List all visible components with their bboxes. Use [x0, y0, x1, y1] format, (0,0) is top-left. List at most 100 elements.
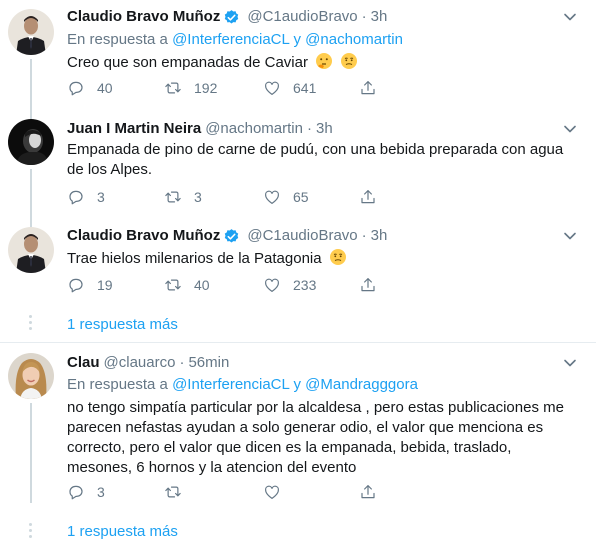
tweet-header: Juan I Martin Neira @nachomartin · 3h — [67, 119, 333, 139]
timestamp[interactable]: 56min — [188, 353, 229, 373]
tweet-actions: 3 3 65 — [67, 187, 377, 207]
retweet-icon — [165, 486, 181, 498]
reply-prefix: En respuesta a — [67, 31, 168, 48]
retweet-count: 192 — [194, 80, 218, 96]
chevron-down-icon[interactable] — [562, 121, 578, 137]
tweet-actions: 19 40 233 — [67, 275, 377, 295]
author-name[interactable]: Claudio Bravo Muñoz — [67, 226, 220, 246]
share-button[interactable] — [359, 188, 377, 206]
tweet-text: Creo que son empanadas de Caviar — [67, 52, 572, 73]
tweet-actions: 3 — [67, 482, 377, 502]
author-handle[interactable]: @C1audioBravo — [247, 7, 357, 27]
show-more-replies-link[interactable]: 1 respuesta más — [67, 315, 178, 335]
mention-link[interactable]: @InterferenciaCL — [172, 31, 289, 48]
thread-line — [30, 169, 32, 220]
smirk-face-emoji — [329, 249, 346, 265]
author-handle[interactable]: @nachomartin — [205, 119, 303, 139]
heart-icon — [265, 190, 279, 204]
retweet-button[interactable]: 3 — [164, 188, 263, 206]
share-icon — [361, 190, 375, 204]
reply-button[interactable]: 19 — [67, 276, 164, 294]
reply-and: y — [293, 376, 301, 393]
thread-line — [30, 220, 32, 227]
avatar[interactable] — [8, 227, 54, 273]
retweet-button[interactable]: 40 — [164, 276, 263, 294]
reply-icon — [69, 81, 83, 96]
thread-line — [30, 110, 32, 119]
tweet-text-content: Trae hielos milenarios de la Patagonia — [67, 250, 322, 267]
thread-line — [30, 403, 32, 503]
like-button[interactable]: 233 — [263, 276, 359, 294]
mention-link[interactable]: @Mandragggora — [305, 376, 418, 393]
reply-icon — [69, 190, 83, 205]
chevron-down-icon[interactable] — [562, 355, 578, 371]
author-name[interactable]: Claudio Bravo Muñoz — [67, 7, 220, 27]
separator-dot: · — [179, 354, 185, 371]
timestamp[interactable]: 3h — [371, 226, 388, 246]
tweet-header: Claudio Bravo Muñoz @C1audioBravo · 3h — [67, 7, 387, 27]
share-icon — [361, 485, 375, 499]
chevron-down-icon[interactable] — [562, 228, 578, 244]
like-count: 641 — [293, 80, 317, 96]
reply-icon — [69, 278, 83, 293]
show-more-replies-link[interactable]: 1 respuesta más — [67, 522, 178, 540]
author-handle[interactable]: @C1audioBravo — [247, 226, 357, 246]
share-button[interactable] — [359, 276, 377, 294]
like-button[interactable]: 65 — [263, 188, 359, 206]
tweet-text: no tengo simpatía particular por la alca… — [67, 399, 564, 476]
separator-dot: · — [306, 120, 312, 137]
thread-dots — [29, 523, 33, 540]
retweet-icon — [165, 82, 181, 94]
tweet-text: Trae hielos milenarios de la Patagonia — [67, 248, 572, 269]
share-button[interactable] — [359, 483, 377, 501]
separator-dot: · — [361, 227, 367, 244]
author-handle[interactable]: @clauarco — [104, 353, 176, 373]
like-count: 233 — [293, 277, 317, 293]
reply-prefix: En respuesta a — [67, 376, 168, 393]
retweet-button[interactable]: 192 — [164, 79, 263, 97]
avatar[interactable] — [8, 353, 54, 399]
thread-dots — [29, 315, 33, 333]
avatar[interactable] — [8, 9, 54, 55]
tweet-text-content: Creo que son empanadas de Caviar — [67, 54, 308, 71]
author-name[interactable]: Clau — [67, 353, 100, 373]
avatar[interactable] — [8, 119, 54, 165]
retweet-icon — [165, 191, 181, 203]
retweet-count: 40 — [194, 277, 210, 293]
like-button[interactable] — [263, 483, 359, 501]
retweet-icon — [165, 279, 181, 291]
thinking-face-emoji — [316, 53, 333, 69]
tweet-text: Empanada de pino de carne de pudú, con u… — [67, 141, 564, 178]
chevron-down-icon[interactable] — [562, 9, 578, 25]
reply-context: En respuesta a @InterferenciaCL y @nacho… — [67, 30, 403, 50]
mention-link[interactable]: @InterferenciaCL — [172, 376, 289, 393]
tweet-3[interactable]: Claudio Bravo Muñoz @C1audioBravo · 3h T… — [0, 220, 596, 312]
reply-count: 19 — [97, 277, 113, 293]
reply-button[interactable]: 3 — [67, 188, 164, 206]
heart-icon — [265, 81, 279, 95]
author-name[interactable]: Juan I Martin Neira — [67, 119, 201, 139]
share-button[interactable] — [359, 79, 377, 97]
thread-line — [30, 59, 32, 110]
retweet-button[interactable] — [164, 483, 263, 501]
tweet-header: Clau @clauarco · 56min — [67, 353, 229, 373]
tweet-1[interactable]: Claudio Bravo Muñoz @C1audioBravo · 3h E… — [0, 0, 596, 110]
tweet-4[interactable]: Clau @clauarco · 56min En respuesta a @I… — [0, 343, 596, 503]
reply-button[interactable]: 40 — [67, 79, 164, 97]
smirk-face-emoji — [341, 53, 358, 69]
timestamp[interactable]: 3h — [316, 119, 333, 139]
verified-badge-icon — [223, 9, 240, 26]
reply-context: En respuesta a @InterferenciaCL y @Mandr… — [67, 375, 418, 395]
timestamp[interactable]: 3h — [371, 7, 388, 27]
tweet-2[interactable]: Juan I Martin Neira @nachomartin · 3h Em… — [0, 110, 596, 220]
like-button[interactable]: 641 — [263, 79, 359, 97]
mention-link[interactable]: @nachomartin — [305, 31, 403, 48]
tweet-header: Claudio Bravo Muñoz @C1audioBravo · 3h — [67, 226, 387, 246]
reply-and: y — [293, 31, 301, 48]
reply-count: 3 — [97, 189, 105, 205]
heart-icon — [265, 485, 279, 499]
reply-count: 3 — [97, 484, 105, 500]
reply-count: 40 — [97, 80, 113, 96]
reply-button[interactable]: 3 — [67, 483, 164, 501]
heart-icon — [265, 278, 279, 292]
